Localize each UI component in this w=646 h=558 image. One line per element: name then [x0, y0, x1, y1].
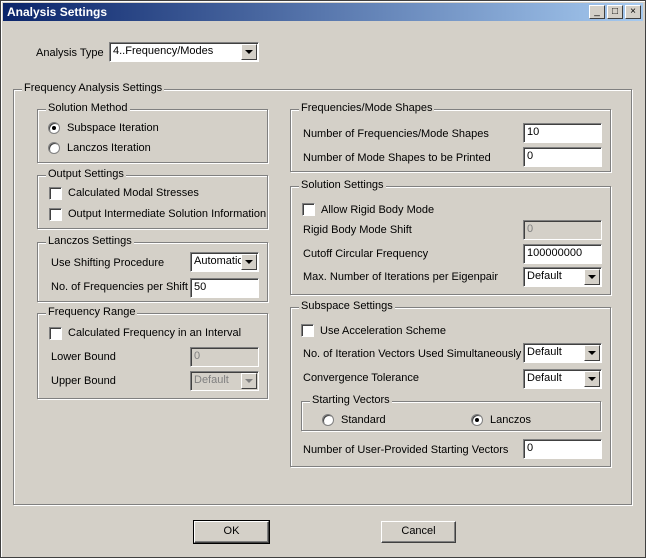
upper-bound-value: Default: [194, 374, 229, 386]
starting-vectors-title: Starting Vectors: [310, 394, 392, 406]
freq-per-shift-label: No. of Frequencies per Shift: [51, 281, 188, 293]
convergence-tolerance-select[interactable]: Default: [523, 369, 602, 389]
freq-per-shift-input[interactable]: 50: [190, 278, 259, 298]
acceleration-scheme-label: Use Acceleration Scheme: [320, 325, 446, 337]
close-icon[interactable]: ×: [625, 5, 641, 19]
maximize-icon[interactable]: □: [607, 5, 623, 19]
chevron-down-icon[interactable]: [584, 371, 600, 387]
iteration-vectors-select[interactable]: Default: [523, 343, 602, 363]
lanczos-iteration-label: Lanczos Iteration: [67, 142, 151, 154]
output-settings-group: Output Settings: [37, 168, 268, 229]
upper-bound-label: Upper Bound: [51, 375, 116, 387]
lanczos-vectors-label: Lanczos: [490, 414, 531, 426]
user-vectors-label: Number of User-Provided Starting Vectors: [303, 444, 509, 456]
output-intermediate-checkbox[interactable]: [49, 208, 62, 221]
subspace-iteration-radio[interactable]: [48, 122, 60, 134]
mode-shapes-printed-label: Number of Mode Shapes to be Printed: [303, 152, 491, 164]
solution-method-group: Solution Method: [37, 102, 268, 163]
analysis-settings-window: Analysis Settings _ □ × Analysis Type 4.…: [0, 0, 646, 558]
freq-mode-shapes-title: Frequencies/Mode Shapes: [299, 102, 435, 114]
user-vectors-input[interactable]: 0: [523, 439, 602, 459]
chevron-down-icon[interactable]: [241, 373, 257, 389]
lanczos-settings-title: Lanczos Settings: [46, 235, 134, 247]
num-freq-input[interactable]: 10: [523, 123, 602, 143]
subspace-iteration-label: Subspace Iteration: [67, 122, 159, 134]
frequency-analysis-settings-title: Frequency Analysis Settings: [22, 82, 165, 94]
shifting-procedure-value: Automatic: [194, 255, 243, 267]
max-iterations-value: Default: [527, 270, 562, 282]
output-settings-title: Output Settings: [46, 168, 126, 180]
max-iterations-select[interactable]: Default: [523, 267, 602, 287]
chevron-down-icon[interactable]: [241, 254, 257, 270]
max-iterations-label: Max. Number of Iterations per Eigenpair: [303, 271, 499, 283]
lower-bound-label: Lower Bound: [51, 351, 116, 363]
solution-method-title: Solution Method: [46, 102, 130, 114]
standard-radio[interactable]: [322, 414, 334, 426]
standard-label: Standard: [341, 414, 386, 426]
calc-modal-stresses-label: Calculated Modal Stresses: [68, 187, 199, 199]
lower-bound-input[interactable]: 0: [190, 347, 259, 367]
calc-interval-label: Calculated Frequency in an Interval: [68, 327, 242, 339]
shifting-procedure-label: Use Shifting Procedure: [51, 257, 165, 269]
frequency-range-title: Frequency Range: [46, 306, 138, 318]
acceleration-scheme-checkbox[interactable]: [301, 324, 314, 337]
cutoff-frequency-input[interactable]: 100000000: [523, 244, 602, 264]
calc-modal-stresses-checkbox[interactable]: [49, 187, 62, 200]
iteration-vectors-value: Default: [527, 346, 562, 358]
rigid-body-checkbox[interactable]: [302, 203, 315, 216]
num-freq-label: Number of Frequencies/Mode Shapes: [303, 128, 489, 140]
rigid-shift-input[interactable]: 0: [523, 220, 602, 240]
minimize-icon[interactable]: _: [589, 5, 605, 19]
ok-button[interactable]: OK: [193, 520, 270, 544]
analysis-type-select[interactable]: 4..Frequency/Modes: [109, 42, 259, 62]
rigid-shift-label: Rigid Body Mode Shift: [303, 224, 412, 236]
iteration-vectors-label: No. of Iteration Vectors Used Simultaneo…: [303, 348, 522, 360]
subspace-settings-title: Subspace Settings: [299, 300, 395, 312]
title-bar[interactable]: Analysis Settings _ □ ×: [3, 3, 643, 21]
lanczos-vectors-radio[interactable]: [471, 414, 483, 426]
calc-interval-checkbox[interactable]: [49, 327, 62, 340]
output-intermediate-label: Output Intermediate Solution Information: [68, 208, 267, 220]
convergence-tolerance-label: Convergence Tolerance: [303, 372, 419, 384]
chevron-down-icon[interactable]: [584, 269, 600, 285]
chevron-down-icon[interactable]: [241, 44, 257, 60]
mode-shapes-printed-input[interactable]: 0: [523, 147, 602, 167]
solution-settings-title: Solution Settings: [299, 179, 386, 191]
analysis-type-value: 4..Frequency/Modes: [113, 45, 214, 57]
lanczos-iteration-radio[interactable]: [48, 142, 60, 154]
upper-bound-select[interactable]: Default: [190, 371, 259, 391]
window-title: Analysis Settings: [7, 5, 108, 19]
convergence-tolerance-value: Default: [527, 372, 562, 384]
shifting-procedure-select[interactable]: Automatic: [190, 252, 259, 272]
rigid-body-label: Allow Rigid Body Mode: [321, 204, 435, 216]
cutoff-frequency-label: Cutoff Circular Frequency: [303, 248, 429, 260]
analysis-type-label: Analysis Type: [36, 47, 104, 59]
cancel-button[interactable]: Cancel: [381, 521, 456, 543]
chevron-down-icon[interactable]: [584, 345, 600, 361]
